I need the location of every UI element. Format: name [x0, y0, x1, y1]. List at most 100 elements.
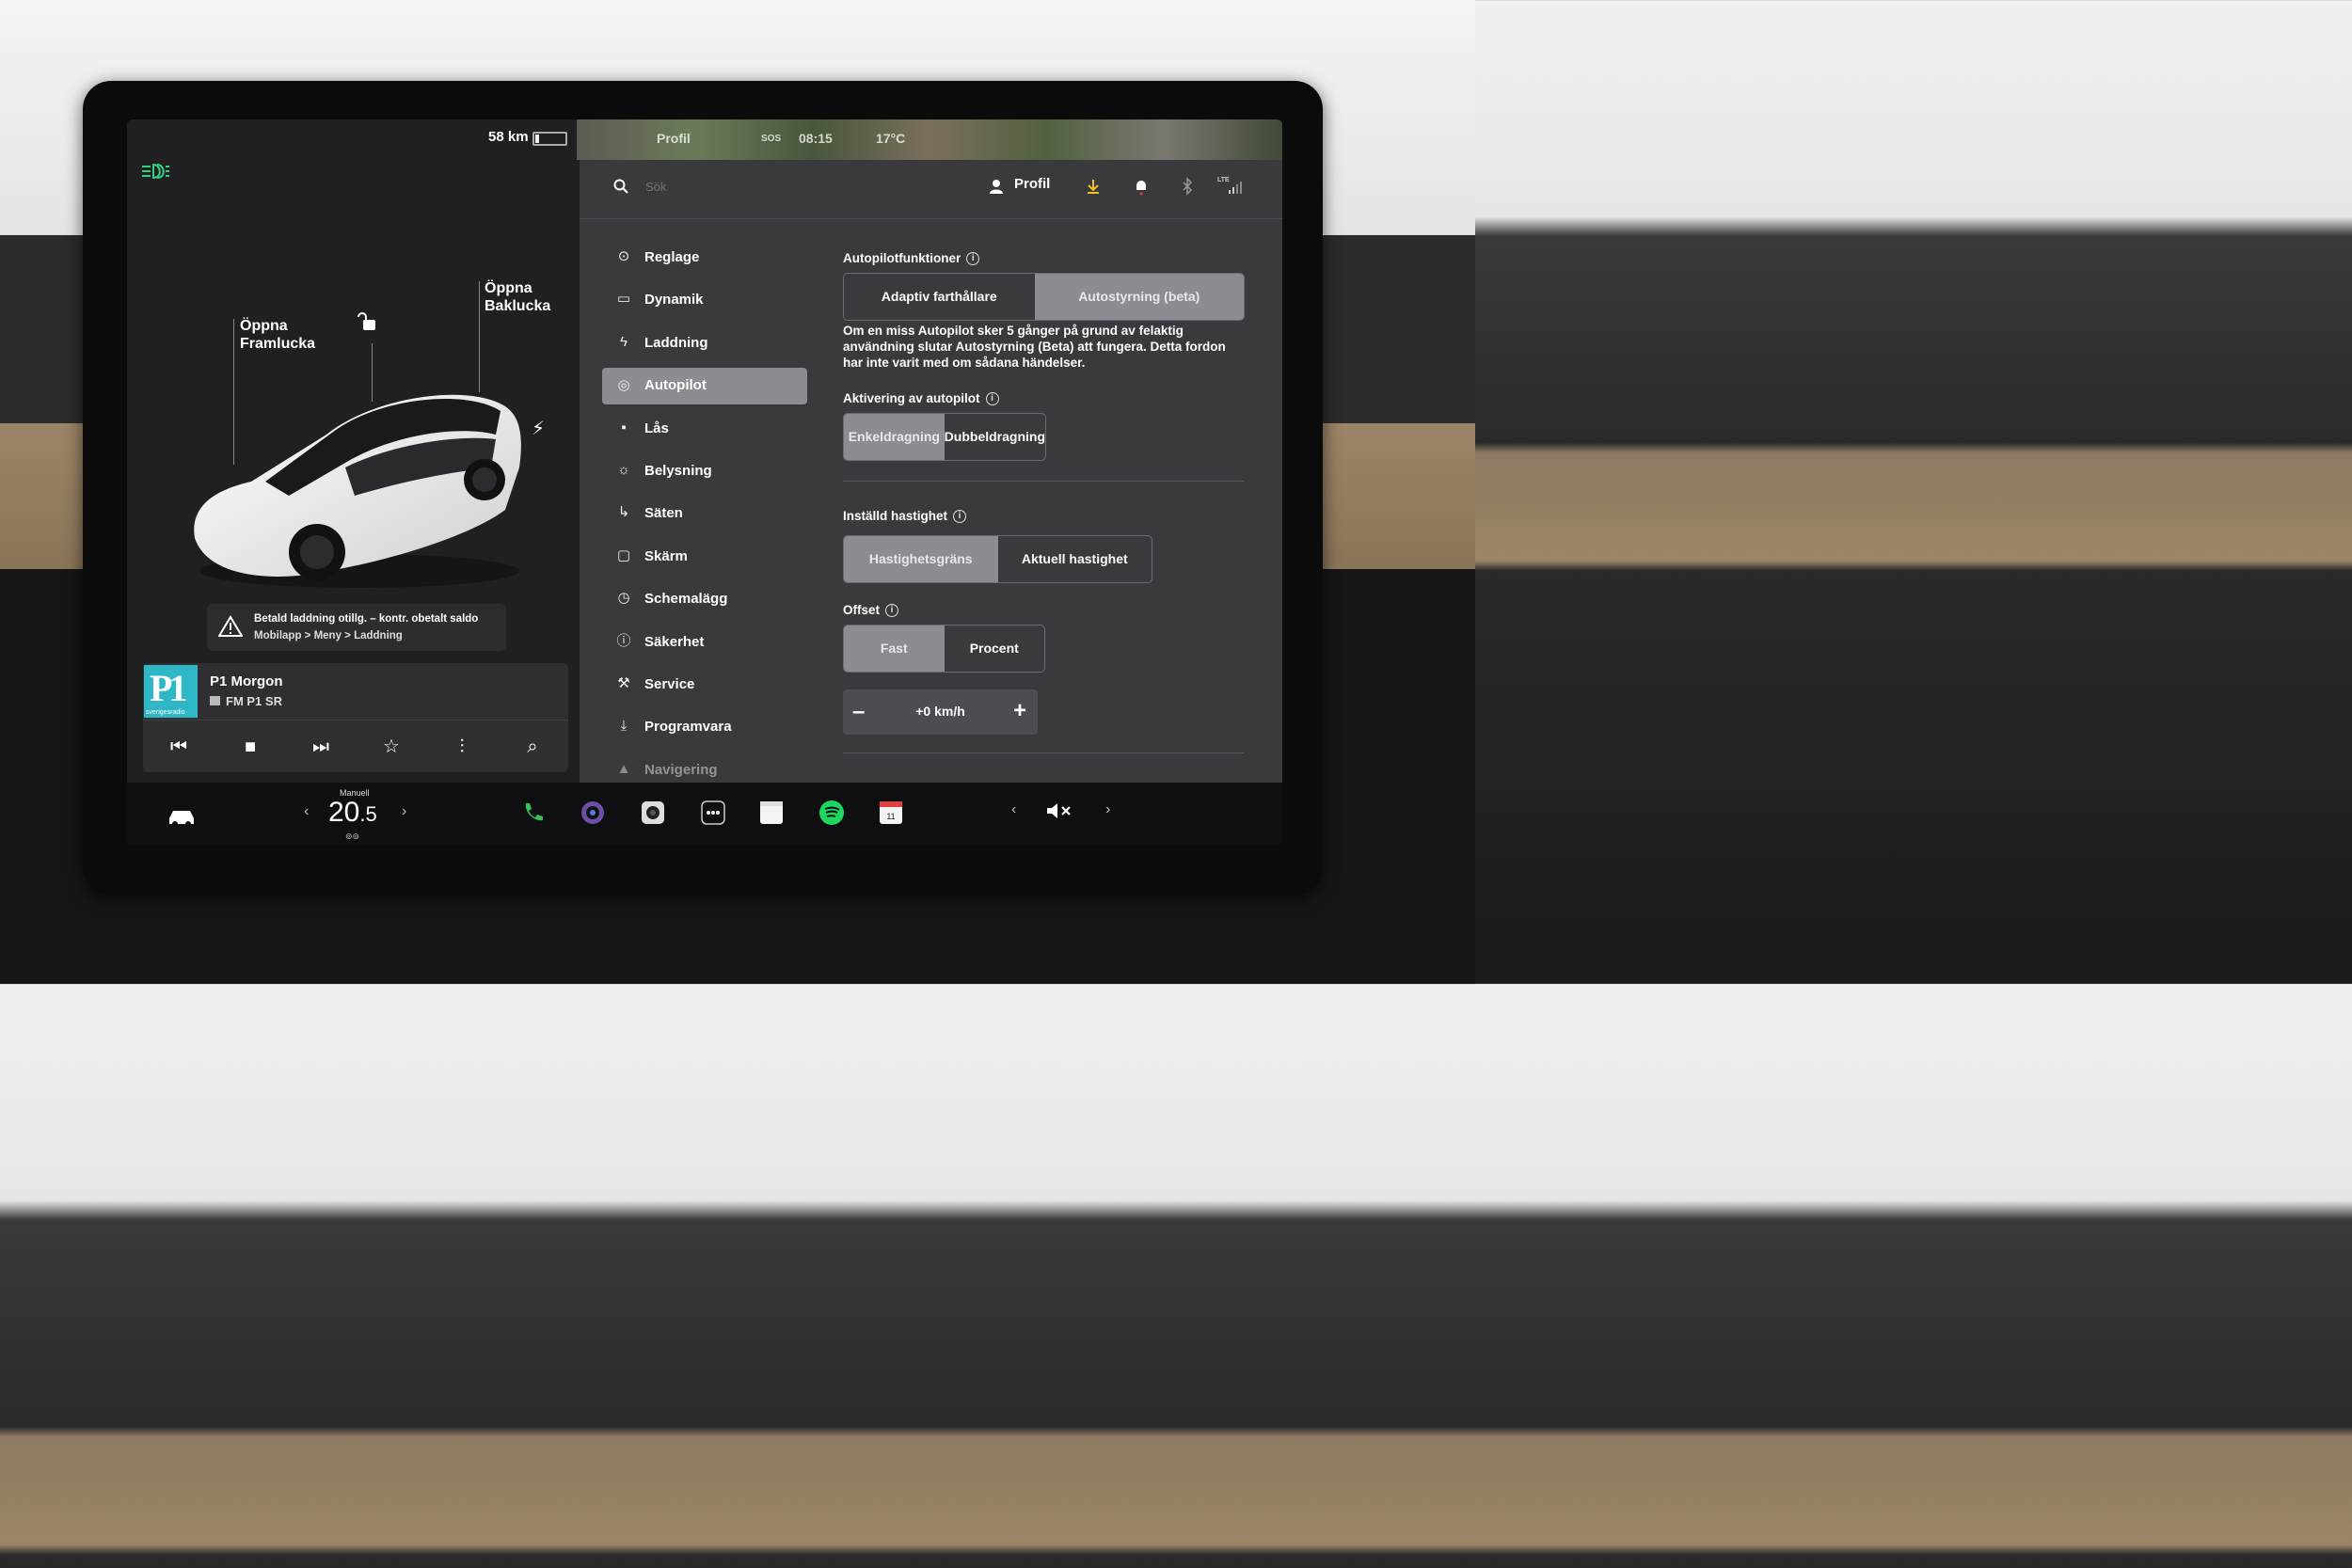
nav-item-skarm[interactable]: ▢ Skärm [602, 536, 809, 578]
nav-label: Navigering [644, 761, 718, 778]
nav-label: Schemalägg [644, 591, 728, 608]
previous-track-icon[interactable]: ⏮ [166, 734, 192, 760]
charge-port-icon[interactable]: ⚡ [532, 417, 545, 440]
unlock-icon[interactable] [357, 310, 379, 333]
temp-down-icon[interactable]: ‹ [304, 803, 309, 820]
settings-panel: Profil LTE ⊙ Reglage ▭ Dynamik ϟ Laddning ◎… [580, 160, 1282, 783]
fixed-offset-option[interactable]: Fast [844, 626, 945, 672]
speed-limit-option[interactable]: Hastighetsgräns [844, 536, 998, 582]
mute-icon[interactable] [1045, 801, 1073, 820]
download-icon[interactable] [1084, 177, 1103, 196]
autopilot-description: Om en miss Autopilot sker 5 gånger på gr… [843, 324, 1226, 370]
increase-offset-button[interactable]: + [1013, 698, 1026, 724]
map-temp-ghost: 17°C [876, 131, 906, 146]
nav-item-dynamik[interactable]: ▭ Dynamik [602, 279, 809, 322]
signal-icon [1229, 182, 1242, 194]
vehicle-pane: 58 km Öppna Framlucka Öppna Baklucka ⚡ B… [127, 119, 577, 783]
current-speed-option[interactable]: Aktuell hastighet [998, 536, 1152, 582]
next-track-icon[interactable]: ⏭ [308, 734, 334, 760]
nav-label: Skärm [644, 547, 688, 564]
phone-icon[interactable] [519, 800, 546, 826]
heading-text: Offset [843, 603, 881, 617]
search-icon[interactable] [613, 179, 628, 194]
profile-icon[interactable] [989, 179, 1004, 194]
nav-item-sakerhet[interactable]: ⓘ Säkerhet [602, 622, 809, 664]
info-icon[interactable]: i [953, 510, 967, 524]
notes-icon[interactable] [758, 800, 785, 826]
map-profile-ghost: Profil [657, 131, 691, 146]
heading-text: Inställd hastighet [843, 509, 948, 523]
offset-selector: Fast Procent [843, 625, 1045, 673]
seat-icon: ↳ [617, 504, 630, 521]
info-icon[interactable]: i [966, 252, 980, 266]
volume-up-icon[interactable]: › [1105, 801, 1110, 818]
open-trunk-line1: Öppna [485, 280, 532, 296]
single-pull-option[interactable]: Enkeldragning [844, 414, 945, 460]
volume-down-icon[interactable]: ‹ [1011, 801, 1016, 818]
alert-title: Betald laddning otillg. – kontr. obetalt… [254, 613, 479, 625]
autopilot-features-heading: Autopilotfunktioner i [843, 251, 980, 266]
dashcam-icon[interactable] [640, 800, 666, 826]
camera-app-icon[interactable] [580, 800, 606, 826]
search-input[interactable] [644, 179, 930, 195]
set-speed-selector: Hastighetsgräns Aktuell hastighet [843, 535, 1152, 583]
media-search-icon[interactable]: ⌕ [519, 734, 546, 760]
stop-icon[interactable]: ■ [237, 734, 263, 760]
radio-source-icon [210, 696, 220, 705]
temp-up-icon[interactable]: › [402, 803, 406, 820]
clock-icon: ◷ [617, 590, 630, 607]
display-icon: ▢ [616, 546, 631, 563]
cabin-temperature[interactable]: 20.5 [328, 797, 377, 829]
open-frunk-button[interactable]: Öppna Framlucka [240, 317, 315, 353]
nav-item-saten[interactable]: ↳ Säten [602, 493, 809, 535]
favorite-star-icon[interactable]: ☆ [378, 734, 405, 760]
charging-alert[interactable]: Betald laddning otillg. – kontr. obetalt… [207, 604, 506, 651]
nav-item-reglage[interactable]: ⊙ Reglage [602, 237, 809, 279]
activation-selector: Enkeldragning Dubbeldragning [843, 413, 1046, 461]
spotify-icon[interactable] [818, 800, 845, 826]
nav-label: Dynamik [644, 292, 704, 309]
open-frunk-line1: Öppna [240, 318, 288, 334]
track-subtitle: FM P1 SR [226, 694, 282, 708]
svg-text:11: 11 [886, 812, 895, 821]
trunk-callout-line [479, 281, 480, 392]
more-apps-icon[interactable] [700, 800, 726, 826]
station-logo-text: P1 [150, 667, 187, 709]
equalizer-icon[interactable]: ⫶ [449, 734, 475, 760]
bluetooth-icon[interactable] [1178, 177, 1197, 196]
nav-label: Laddning [644, 334, 708, 351]
autosteer-option[interactable]: Autostyrning (beta) [1034, 274, 1244, 320]
percent-offset-option[interactable]: Procent [945, 626, 1045, 672]
download-icon: ⤓ [620, 718, 628, 735]
seat-heat-icon[interactable]: ⊚⊚ [345, 832, 359, 842]
calendar-icon[interactable]: 11 [878, 800, 904, 826]
station-logo[interactable]: P1 sverigesradio [144, 665, 198, 718]
bottom-bar: ‹ Manuell 20.5 › ⊚⊚ 11 ‹ › [127, 783, 1282, 846]
offset-heading: Offset i [843, 603, 899, 618]
nav-label: Autopilot [644, 377, 707, 394]
sun-icon: ☼ [617, 461, 630, 478]
open-frunk-line2: Framlucka [240, 336, 316, 352]
map-sos-ghost: SOS [761, 134, 782, 144]
profile-button[interactable]: Profil [1014, 176, 1050, 192]
open-trunk-button[interactable]: Öppna Baklucka [485, 279, 550, 315]
nav-item-autopilot[interactable]: ◎ Autopilot [602, 368, 807, 405]
nav-label: Säten [644, 505, 683, 522]
info-icon[interactable]: i [885, 604, 899, 618]
nav-item-laddning[interactable]: ϟ Laddning [602, 323, 809, 365]
nav-item-belysning[interactable]: ☼ Belysning [602, 451, 809, 493]
offset-value: +0 km/h [915, 704, 965, 719]
double-pull-option[interactable]: Dubbeldragning [945, 414, 1045, 460]
info-icon[interactable]: i [985, 392, 999, 406]
nav-item-service[interactable]: ⚒ Service [602, 664, 809, 706]
nav-label: Belysning [644, 462, 712, 479]
car-icon[interactable] [167, 806, 197, 827]
adaptive-cruise-option[interactable]: Adaptiv farthållare [844, 274, 1035, 320]
bell-icon[interactable] [1132, 177, 1151, 196]
nav-item-programvara[interactable]: ⤓ Programvara [602, 706, 809, 749]
nav-item-las[interactable]: ▪ Lås [602, 408, 809, 451]
nav-item-schemalagg[interactable]: ◷ Schemalägg [602, 578, 809, 621]
battery-icon [532, 132, 567, 146]
alert-subtitle: Mobilapp > Meny > Laddning [254, 630, 403, 641]
headlight-icon[interactable] [140, 162, 170, 181]
